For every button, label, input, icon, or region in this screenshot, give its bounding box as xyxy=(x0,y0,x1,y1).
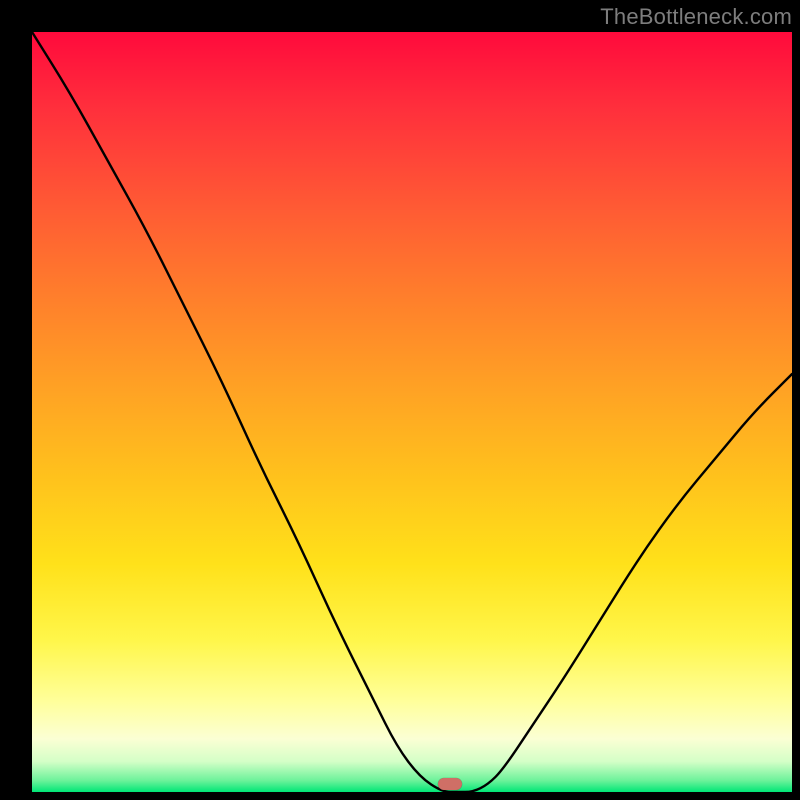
chart-container: TheBottleneck.com xyxy=(0,0,800,800)
plot-area xyxy=(32,32,792,792)
watermark-text: TheBottleneck.com xyxy=(600,4,792,30)
optimal-marker xyxy=(438,778,462,790)
bottleneck-curve xyxy=(32,32,792,792)
